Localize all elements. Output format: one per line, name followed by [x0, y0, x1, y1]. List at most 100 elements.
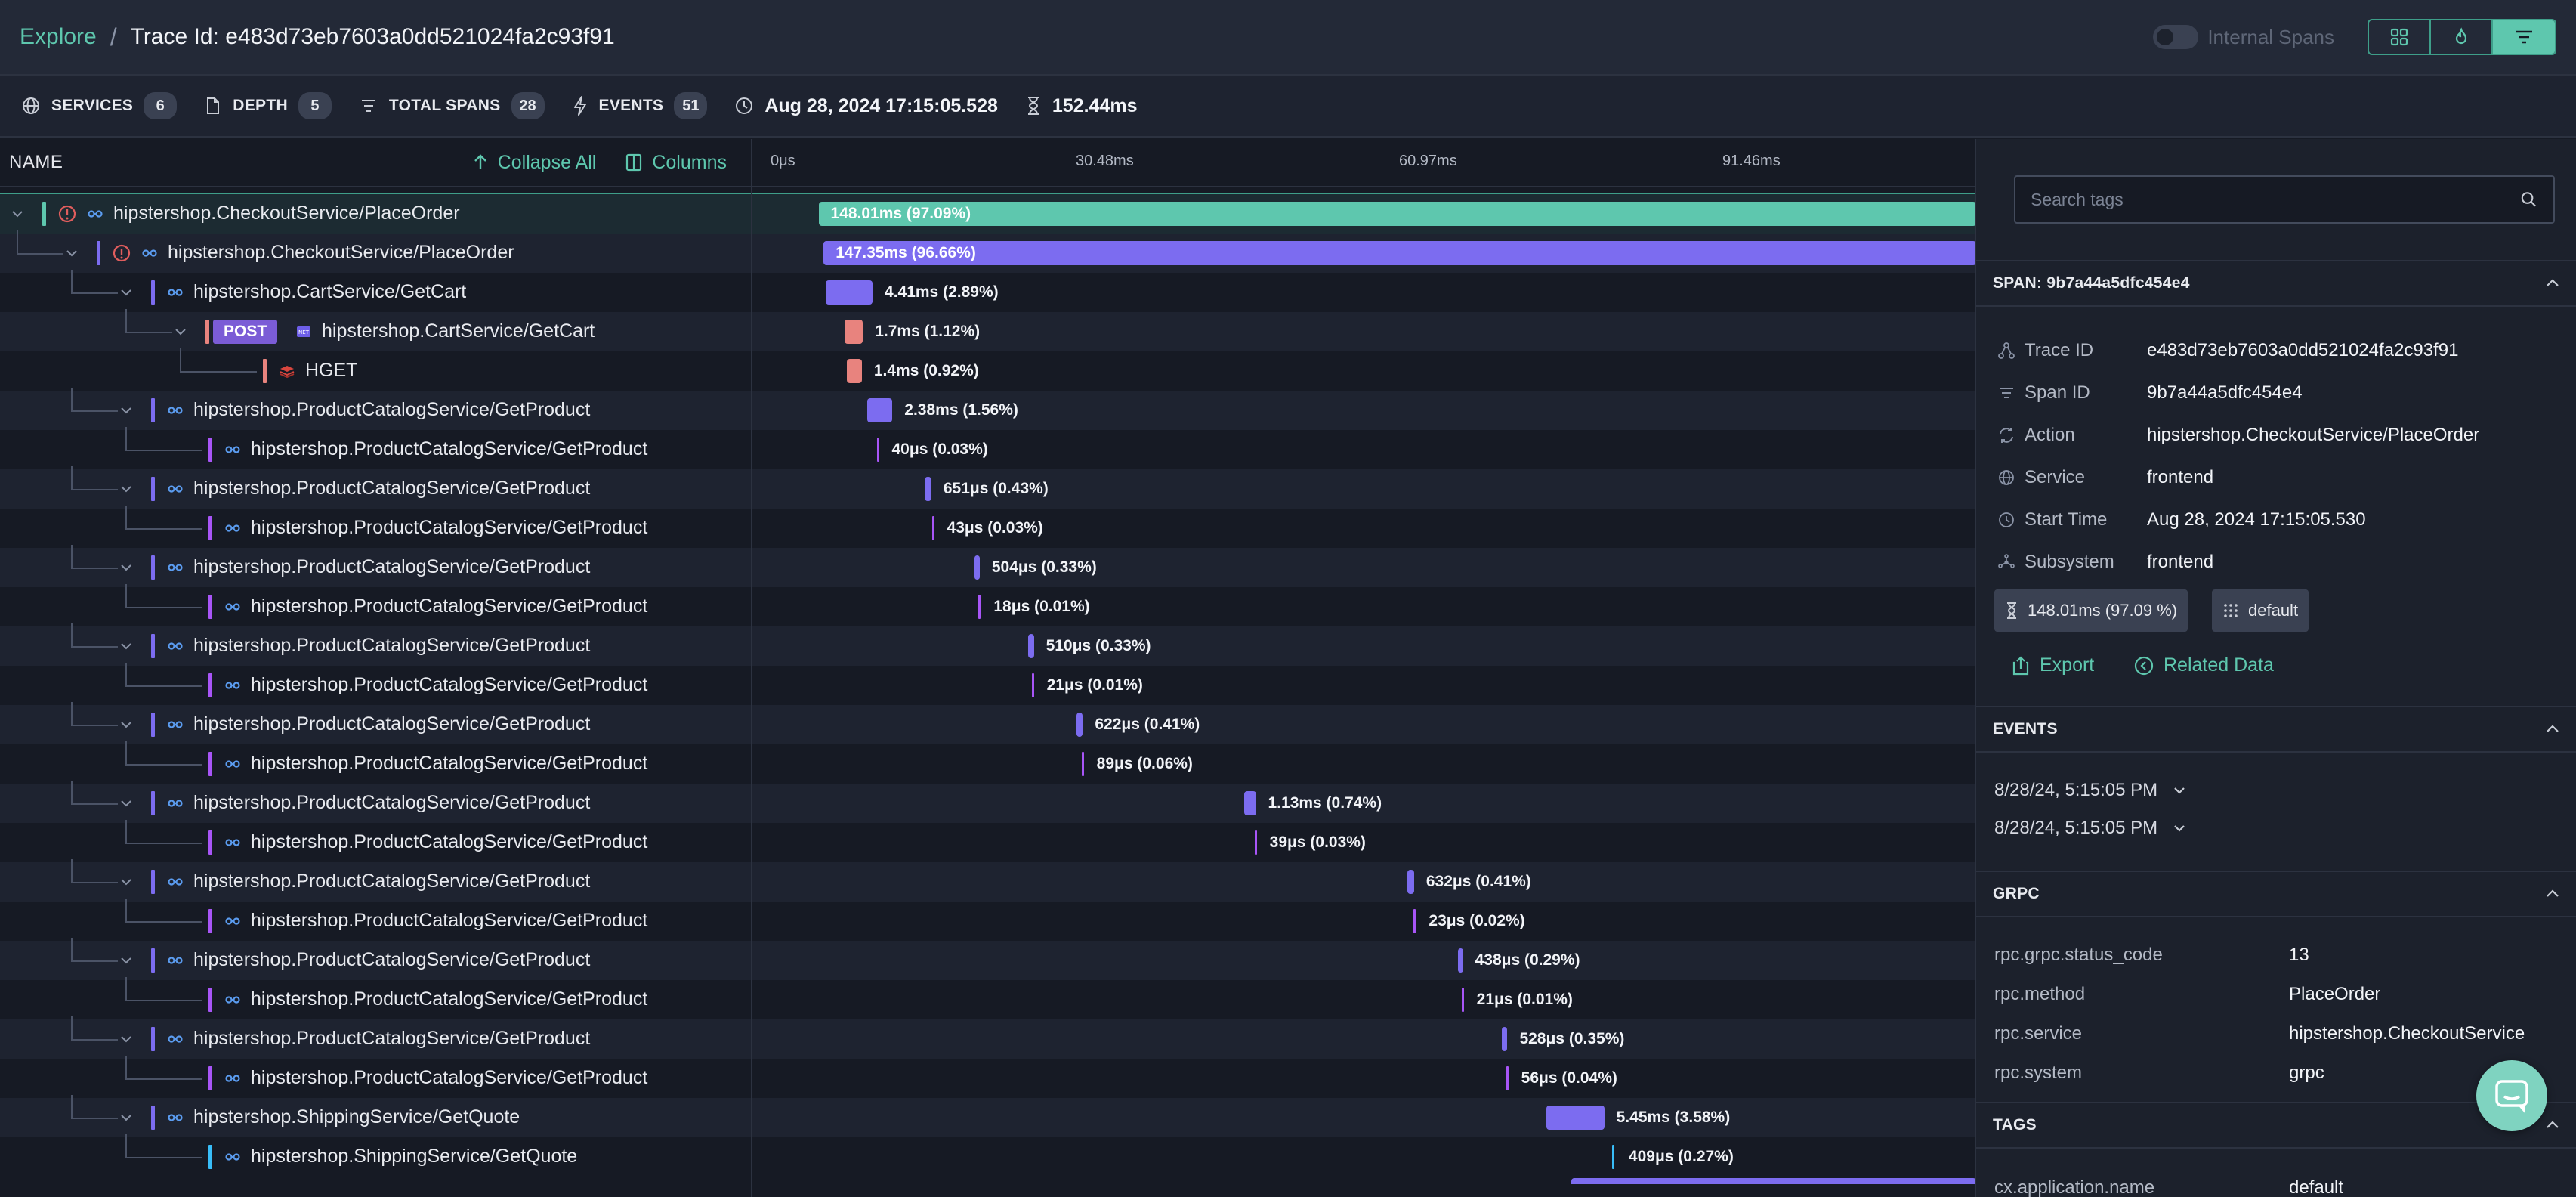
span-row[interactable]: hipstershop.ProductCatalogService/GetPro… — [0, 977, 1976, 1019]
chevron-down-icon[interactable] — [118, 952, 134, 969]
events-section-header[interactable]: EVENTS — [1976, 706, 2576, 753]
chevron-down-icon[interactable] — [118, 716, 134, 733]
span-duration-bar[interactable] — [1458, 948, 1463, 973]
span-row[interactable]: hipstershop.ProductCatalogService/GetPro… — [0, 466, 1976, 509]
span-row[interactable]: hipstershop.ProductCatalogService/GetPro… — [0, 427, 1976, 469]
span-duration-bar[interactable] — [974, 555, 980, 580]
span-row[interactable]: hipstershop.CheckoutService/PlaceOrder 14… — [0, 230, 1976, 273]
service-color-bar — [208, 1145, 212, 1169]
span-duration-bar[interactable] — [1076, 713, 1083, 737]
chevron-up-icon[interactable] — [2544, 1117, 2561, 1134]
chevron-down-icon[interactable] — [118, 1031, 134, 1047]
span-row[interactable]: hipstershop.ProductCatalogService/GetPro… — [0, 623, 1976, 666]
span-duration-bar[interactable] — [845, 320, 863, 344]
span-field-value[interactable]: hipstershop.CheckoutService/PlaceOrder — [2147, 425, 2479, 446]
span-row[interactable]: hipstershop.ProductCatalogService/GetPro… — [0, 938, 1976, 980]
depth-count: 5 — [298, 92, 332, 119]
event-item[interactable]: 8/28/24, 5:15:05 PM — [1994, 780, 2188, 801]
span-duration-bar[interactable] — [823, 241, 1976, 265]
chevron-down-icon[interactable] — [118, 559, 134, 576]
span-duration-bar[interactable] — [818, 202, 1976, 226]
chevron-down-icon[interactable] — [118, 874, 134, 890]
grpc-value[interactable]: hipstershop.CheckoutService — [2289, 1023, 2525, 1044]
span-row[interactable]: hipstershop.ProductCatalogService/GetPro… — [0, 781, 1976, 823]
flow-view-button[interactable] — [2369, 20, 2431, 54]
span-duration-bar[interactable] — [1081, 752, 1084, 776]
chevron-down-icon[interactable] — [118, 284, 134, 301]
chevron-up-icon[interactable] — [2544, 721, 2561, 738]
timeline-view-button[interactable] — [2493, 20, 2555, 54]
span-duration-bar[interactable] — [826, 280, 873, 305]
span-row[interactable]: hipstershop.ShippingService/GetQuote 5.45… — [0, 1095, 1976, 1137]
span-row[interactable]: hipstershop.ProductCatalogService/GetPro… — [0, 1016, 1976, 1059]
chevron-up-icon[interactable] — [2544, 886, 2561, 902]
event-item[interactable]: 8/28/24, 5:15:05 PM — [1994, 818, 2188, 839]
collapse-all-button[interactable]: Collapse All — [472, 152, 596, 174]
span-row[interactable]: hipstershop.ProductCatalogService/GetPro… — [0, 584, 1976, 626]
span-field-value[interactable]: Aug 28, 2024 17:15:05.530 — [2147, 509, 2366, 530]
panel-divider[interactable] — [751, 139, 752, 1197]
span-duration-bar[interactable] — [931, 516, 934, 540]
chevron-down-icon[interactable] — [118, 481, 134, 497]
span-duration-bar[interactable] — [1254, 830, 1257, 855]
span-field-value[interactable]: frontend — [2147, 552, 2213, 573]
span-duration-bar[interactable] — [1546, 1106, 1605, 1130]
span-duration-bar[interactable] — [924, 477, 931, 501]
breadcrumb-explore-link[interactable]: Explore — [20, 24, 97, 50]
span-duration-bar[interactable] — [1461, 988, 1464, 1012]
chevron-up-icon[interactable] — [2544, 275, 2561, 292]
grpc-value[interactable]: 13 — [2289, 945, 2309, 966]
chat-support-button[interactable] — [2476, 1060, 2547, 1131]
span-duration-bar[interactable] — [1028, 634, 1034, 658]
search-icon[interactable] — [2519, 190, 2538, 209]
span-duration-bar[interactable] — [1571, 1178, 1976, 1184]
chevron-down-icon[interactable] — [118, 638, 134, 654]
chevron-down-icon[interactable] — [118, 795, 134, 812]
span-field-value[interactable]: frontend — [2147, 467, 2213, 488]
span-duration-bar[interactable] — [1506, 1066, 1509, 1090]
grpc-value[interactable]: PlaceOrder — [2289, 984, 2380, 1005]
span-section-header[interactable]: SPAN: 9b7a44a5dfc454e4 — [1976, 260, 2576, 307]
internal-spans-toggle[interactable] — [2153, 25, 2199, 49]
span-duration-bar[interactable] — [1413, 909, 1416, 933]
columns-button[interactable]: Columns — [625, 152, 727, 174]
span-row[interactable]: hipstershop.ProductCatalogService/GetPro… — [0, 702, 1976, 744]
span-duration-bar[interactable] — [866, 398, 893, 422]
export-button[interactable]: Export — [2011, 654, 2094, 676]
chevron-down-icon[interactable] — [118, 1109, 134, 1126]
span-row[interactable]: hipstershop.ProductCatalogService/GetPro… — [0, 820, 1976, 862]
grpc-section-header[interactable]: GRPC — [1976, 871, 2576, 917]
span-row[interactable]: hipstershop.ProductCatalogService/GetPro… — [0, 1056, 1976, 1098]
span-row[interactable] — [0, 1177, 1976, 1184]
span-row[interactable]: hipstershop.ProductCatalogService/GetPro… — [0, 859, 1976, 902]
span-row[interactable]: hipstershop.ProductCatalogService/GetPro… — [0, 388, 1976, 430]
span-row[interactable]: hipstershop.ProductCatalogService/GetPro… — [0, 545, 1976, 587]
span-duration-bar[interactable] — [1612, 1145, 1615, 1169]
span-field-value[interactable]: 9b7a44a5dfc454e4 — [2147, 382, 2303, 404]
chevron-down-icon[interactable] — [9, 206, 26, 222]
span-duration-bar[interactable] — [1031, 673, 1034, 697]
span-row[interactable]: hipstershop.CartService/GetCart 4.41ms (2… — [0, 270, 1976, 312]
span-row[interactable]: hipstershop.ProductCatalogService/GetPro… — [0, 899, 1976, 941]
span-row[interactable]: hipstershop.CheckoutService/PlaceOrder 14… — [0, 193, 1976, 235]
span-row[interactable]: hipstershop.ProductCatalogService/GetPro… — [0, 506, 1976, 548]
span-row[interactable]: HGET 1.4ms (0.92%) — [0, 348, 1976, 391]
span-duration-bar[interactable] — [1243, 791, 1256, 815]
span-duration-bar[interactable] — [1407, 870, 1414, 894]
flame-view-button[interactable] — [2431, 20, 2493, 54]
grpc-value[interactable]: grpc — [2289, 1062, 2324, 1084]
chevron-down-icon[interactable] — [172, 323, 189, 340]
related-data-button[interactable]: Related Data — [2133, 654, 2274, 676]
tag-search-input[interactable] — [2031, 189, 2519, 210]
span-duration-bar[interactable] — [876, 438, 879, 462]
span-duration-bar[interactable] — [1502, 1027, 1508, 1051]
span-row[interactable]: POST NET hipstershop.CartService/GetCart 1.… — [0, 309, 1976, 351]
chevron-down-icon[interactable] — [63, 245, 80, 261]
span-duration-bar[interactable] — [847, 359, 862, 383]
span-row[interactable]: hipstershop.ProductCatalogService/GetPro… — [0, 663, 1976, 705]
span-row[interactable]: hipstershop.ProductCatalogService/GetPro… — [0, 741, 1976, 784]
chevron-down-icon[interactable] — [118, 402, 134, 419]
span-row[interactable]: hipstershop.ShippingService/GetQuote 409μ… — [0, 1134, 1976, 1177]
span-duration-bar[interactable] — [978, 595, 981, 619]
span-field-value[interactable]: e483d73eb7603a0dd521024fa2c93f91 — [2147, 340, 2458, 361]
